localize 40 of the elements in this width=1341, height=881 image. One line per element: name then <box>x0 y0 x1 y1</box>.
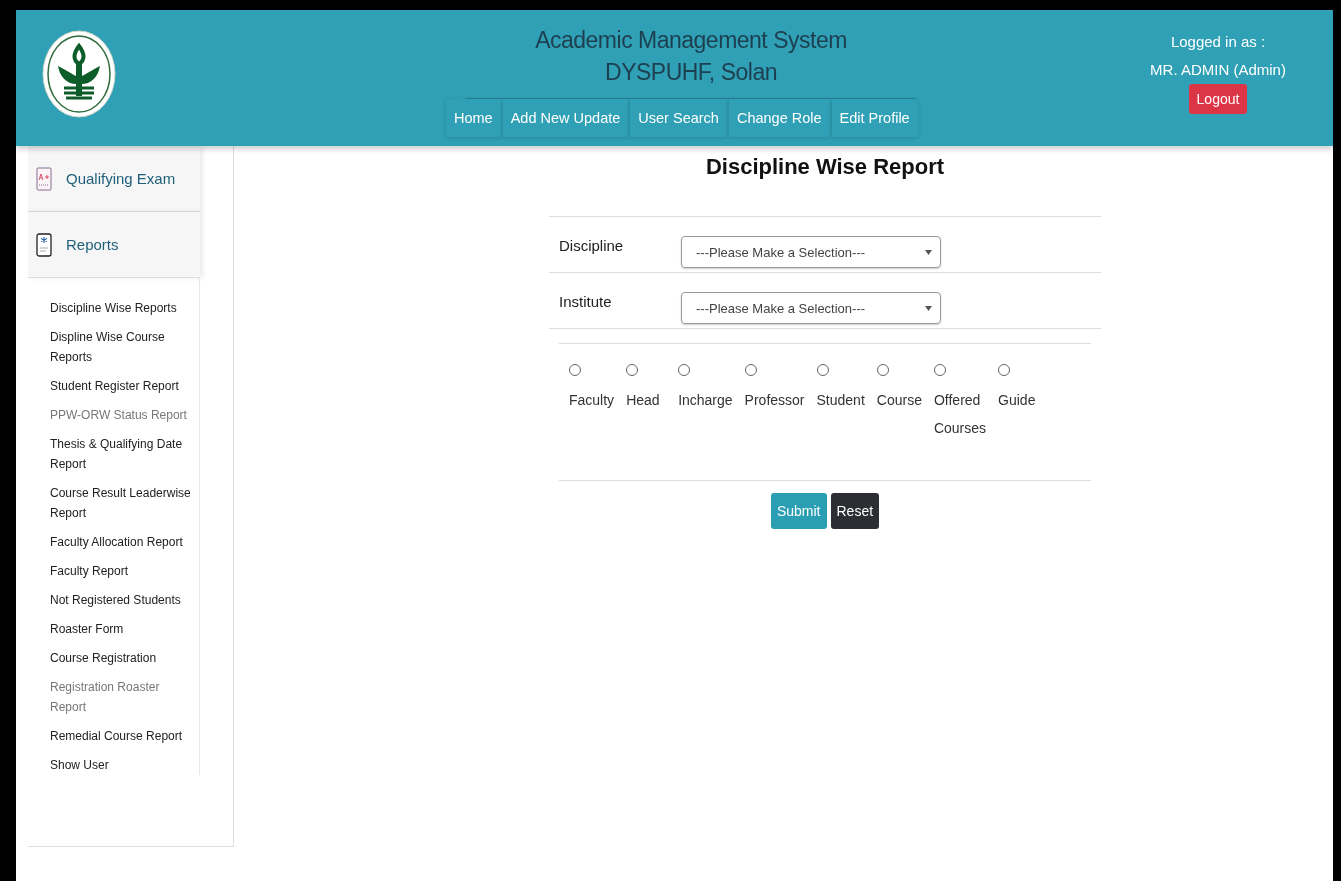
report-link[interactable]: Show User <box>50 755 193 775</box>
report-link[interactable]: Course Registration <box>50 648 193 668</box>
logout-button[interactable]: Logout <box>1188 84 1248 114</box>
report-link[interactable]: Registration Roaster Report <box>50 677 193 717</box>
radio-label: Incharge <box>678 391 733 410</box>
grade-sheet-icon <box>36 166 52 191</box>
radio-label: Faculty <box>569 391 615 410</box>
report-link[interactable]: Course Result Leaderwise Report <box>50 483 193 523</box>
report-link[interactable]: Faculty Report <box>50 561 193 581</box>
report-link[interactable]: Not Registered Students <box>50 590 193 610</box>
document-icon <box>36 232 52 257</box>
radio-label: Student <box>816 391 865 410</box>
reset-button[interactable]: Reset <box>830 493 880 529</box>
login-caption: Logged in as : <box>1170 32 1266 52</box>
field-label: Discipline <box>559 237 625 254</box>
report-link[interactable]: Thesis & Qualifying Date Report <box>50 434 193 474</box>
report-link[interactable]: Faculty Allocation Report <box>50 532 193 552</box>
field-label: Institute <box>559 293 613 310</box>
university-logo-icon <box>42 30 116 118</box>
sidebar-section[interactable]: Qualifying Exam <box>28 146 200 212</box>
page-title: Discipline Wise Report <box>705 154 945 180</box>
user-name: MR. ADMIN (Admin) <box>1150 60 1286 80</box>
app-title: Academic Management System <box>535 26 847 55</box>
radio-label: Head <box>626 391 661 410</box>
report-link[interactable]: Student Register Report <box>50 376 193 396</box>
dropdown-caret-icon <box>925 249 932 255</box>
radio-label: Course <box>876 391 922 410</box>
radio-label: Offered Courses <box>933 391 987 438</box>
radio-label: Professor <box>744 391 805 410</box>
sidebar-section[interactable]: Reports <box>28 212 200 278</box>
report-link[interactable]: Discipline Wise Reports <box>50 298 193 318</box>
report-link[interactable]: PPW-ORW Status Report <box>50 405 193 425</box>
report-link[interactable]: Remedial Course Report <box>50 726 193 746</box>
report-link[interactable]: Roaster Form <box>50 619 193 639</box>
app-title: DYSPUHF, Solan <box>605 58 777 87</box>
dropdown-field[interactable]: ---Please Make a Selection--- <box>681 236 941 268</box>
dropdown-caret-icon <box>925 305 932 311</box>
dropdown-field[interactable]: ---Please Make a Selection--- <box>681 292 941 324</box>
report-link[interactable]: Displine Wise Course Reports <box>50 327 193 367</box>
radio-label: Guide <box>998 391 1037 410</box>
